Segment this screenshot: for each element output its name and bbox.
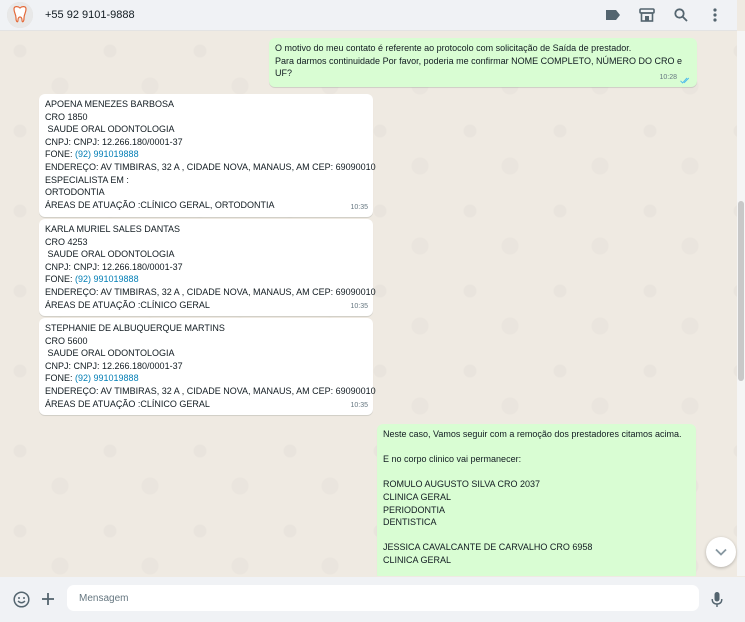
phone-link[interactable]: (92) 991019888 (75, 149, 139, 159)
message-input[interactable] (67, 585, 699, 611)
message-text: ENDEREÇO: AV TIMBIRAS, 32 A , CIDADE NOV… (45, 161, 376, 172)
message-text: ÁREAS DE ATUAÇÃO :CLÍNICO GERAL (45, 299, 210, 310)
message-text: Para darmos continuidade Por favor, pode… (275, 55, 682, 66)
scroll-to-bottom-button[interactable] (706, 537, 736, 567)
message-text: ESPECIALISTA EM : (45, 174, 129, 185)
message-text (383, 529, 690, 542)
avatar[interactable] (7, 2, 33, 28)
message-incoming[interactable]: STEPHANIE DE ALBUQUERQUE MARTINS CRO 560… (39, 318, 376, 415)
message-text: APOENA MENEZES BARBOSA (45, 99, 175, 109)
message-text: ENDEREÇO: AV TIMBIRAS, 32 A , CIDADE NOV… (45, 385, 376, 396)
message-text: CLINICA GERAL (383, 554, 452, 565)
message-time: 10:35 (350, 402, 368, 410)
message-text: SAUDE ORAL ODONTOLOGIA (45, 348, 175, 359)
phone-label: FONE: (45, 149, 76, 160)
message-time: 10:28 (659, 74, 677, 82)
chat-panel[interactable]: O motivo do meu contato é referente ao p… (0, 31, 737, 576)
message-time: 10:35 (350, 204, 368, 212)
chat-header: +55 92 9101-9888 (0, 0, 737, 31)
message-outgoing[interactable]: O motivo do meu contato é referente ao p… (269, 38, 697, 87)
phone-line: FONE: (92) 991019888 (45, 148, 367, 161)
message-text: CNPJ: CNPJ: 12.266.180/0001-37 (45, 261, 183, 272)
chevron-down-icon (715, 548, 727, 556)
message-text: SAUDE ORAL ODONTOLOGIA (45, 124, 175, 135)
attach-plus-icon[interactable] (38, 589, 58, 609)
menu-icon[interactable] (705, 5, 725, 25)
message-outgoing[interactable]: Neste caso, Vamos seguir com a remoção d… (377, 424, 696, 576)
message-text: ÁREAS DE ATUAÇÃO :CLÍNICO GERAL, ORTODON… (45, 199, 275, 210)
message-text: JESSICA CAVALCANTE DE CARVALHO CRO 6958 (383, 542, 593, 553)
read-ticks-icon (680, 77, 690, 84)
tooth-logo-icon (7, 2, 33, 28)
message-text: CRO 4253 (45, 236, 88, 247)
message-text: CLINICA GERAL (383, 491, 452, 502)
phone-line: FONE: (92) 991019888 (45, 273, 367, 286)
message-text: ÁREAS DE ATUAÇÃO :CLÍNICO GERAL (45, 398, 210, 409)
microphone-icon[interactable] (707, 589, 727, 609)
message-text: STEPHANIE DE ALBUQUERQUE MARTINS (45, 323, 225, 333)
message-text: CNPJ: CNPJ: 12.266.180/0001-37 (45, 360, 183, 371)
message-text: O motivo do meu contato é referente ao p… (275, 43, 632, 53)
message-text: DENTISTICA (383, 517, 437, 528)
label-icon[interactable] (603, 5, 623, 25)
message-text (383, 441, 690, 454)
message-text: CRO 5600 (45, 335, 88, 346)
emoji-icon[interactable] (11, 589, 31, 609)
message-text: ROMULO AUGUSTO SILVA CRO 2037 (383, 479, 541, 490)
message-text: CNPJ: CNPJ: 12.266.180/0001-37 (45, 136, 183, 147)
phone-link[interactable]: (92) 991019888 (75, 274, 139, 284)
phone-line: FONE: (92) 991019888 (45, 372, 367, 385)
message-incoming[interactable]: KARLA MURIEL SALES DANTAS CRO 4253 SAUDE… (39, 219, 376, 316)
phone-label: FONE: (45, 373, 76, 384)
scrollbar-thumb[interactable] (738, 201, 744, 381)
message-text: UF? (275, 68, 293, 79)
message-text: ENDEREÇO: AV TIMBIRAS, 32 A , CIDADE NOV… (45, 286, 376, 297)
message-text: PERIODONTIA (383, 504, 446, 515)
message-text: ORTODONTIA (45, 187, 105, 198)
contact-name[interactable]: +55 92 9101-9888 (45, 9, 135, 21)
message-time: 10:35 (350, 303, 368, 311)
message-text: SAUDE ORAL ODONTOLOGIA (45, 249, 175, 260)
message-text: KARLA MURIEL SALES DANTAS (45, 224, 181, 234)
message-incoming[interactable]: APOENA MENEZES BARBOSA CRO 1850 SAUDE OR… (39, 94, 376, 217)
message-text: CRO 1850 (45, 111, 88, 122)
catalog-icon[interactable] (637, 5, 657, 25)
message-text (383, 466, 690, 479)
phone-label: FONE: (45, 274, 76, 285)
message-text: Neste caso, Vamos seguir com a remoção d… (383, 429, 682, 439)
message-text: E no corpo clinico vai permanecer: (383, 454, 522, 465)
search-icon[interactable] (671, 5, 691, 25)
chat-scrollbar[interactable] (737, 31, 745, 576)
phone-link[interactable]: (92) 991019888 (75, 373, 139, 383)
